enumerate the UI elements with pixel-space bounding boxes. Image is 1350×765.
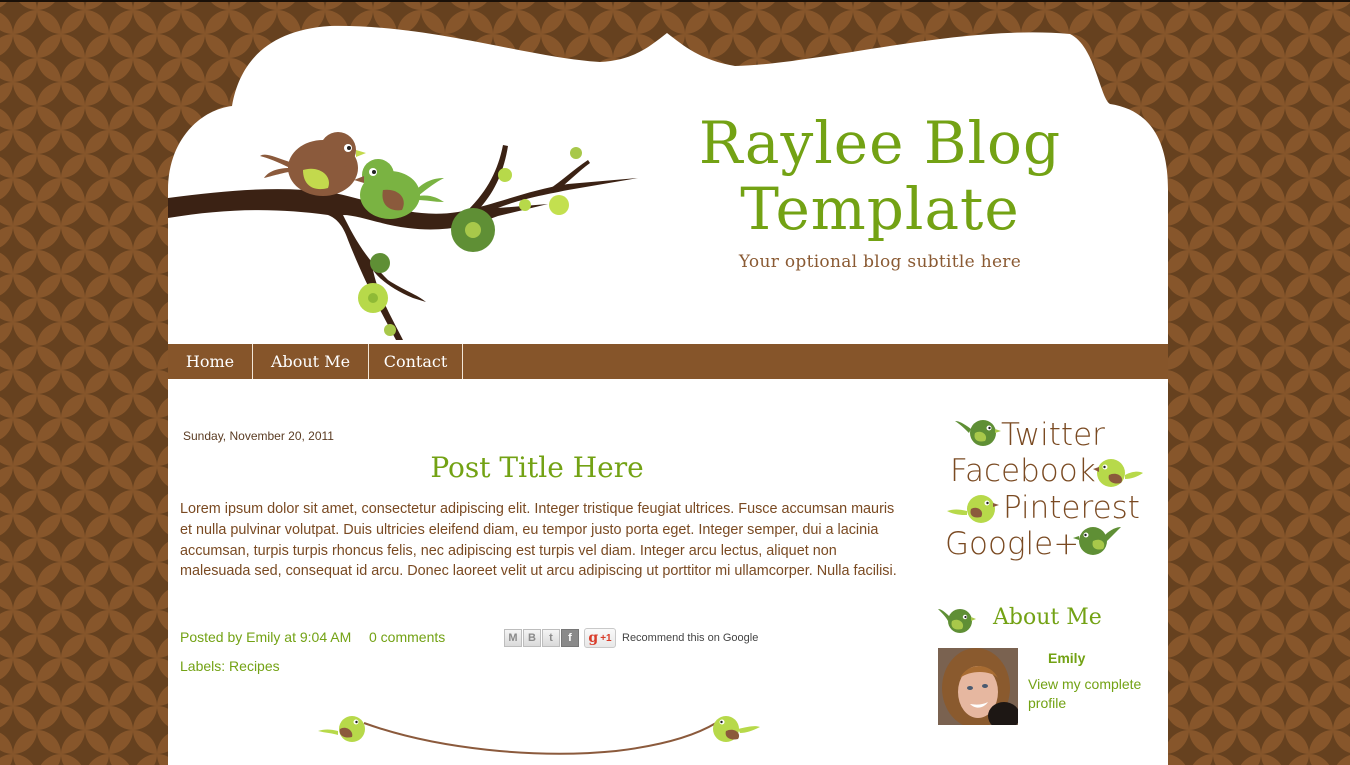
branch-with-birds-illustration <box>168 132 638 340</box>
email-share-button[interactable]: M <box>504 629 522 647</box>
blog-title[interactable]: Raylee Blog Template <box>690 110 1070 242</box>
right-bird-icon <box>713 716 760 742</box>
google-icon: g <box>588 630 599 646</box>
google-plus-link[interactable]: Google+ <box>945 526 1079 562</box>
green-bird-icon <box>1073 527 1121 555</box>
comments-link[interactable]: 0 comments <box>369 629 445 645</box>
post-date: Sunday, November 20, 2011 <box>183 429 334 443</box>
blogger-share-button[interactable]: B <box>523 629 541 647</box>
green-bird-icon <box>955 420 1001 446</box>
twitter-share-button[interactable]: t <box>542 629 560 647</box>
post-time-link[interactable]: 9:04 AM <box>300 629 351 645</box>
blog-title-line-2[interactable]: Template <box>740 175 1019 243</box>
plus-one-label: +1 <box>600 632 612 644</box>
nav-item-contact[interactable]: Contact <box>369 344 463 379</box>
brown-bird-icon <box>260 132 366 196</box>
post-labels: Labels: Recipes <box>180 658 280 674</box>
social-links-widget: Twitter Facebook Pinterest Google+ <box>943 409 1163 569</box>
left-bird-icon <box>318 716 365 742</box>
about-me-title: About Me <box>993 605 1102 630</box>
post-title[interactable]: Post Title Here <box>180 451 894 484</box>
email-icon: M <box>508 632 518 644</box>
green-bird-icon <box>938 609 976 633</box>
facebook-link[interactable]: Facebook <box>950 453 1096 489</box>
birds-holding-string-divider <box>318 716 760 755</box>
recommend-text: Recommend this on Google <box>622 632 759 644</box>
label-link-recipes[interactable]: Recipes <box>229 658 280 674</box>
blogger-icon: B <box>528 632 536 644</box>
twitter-icon: t <box>549 632 553 644</box>
main-content: Sunday, November 20, 2011 Post Title Her… <box>168 379 1168 765</box>
share-bar: M B t f g +1 Recommend this on Google <box>504 628 758 648</box>
facebook-icon: f <box>568 632 572 644</box>
blog-subtitle: Your optional blog subtitle here <box>738 252 1022 272</box>
twitter-link[interactable]: Twitter <box>1001 417 1105 453</box>
post-byline: Posted by Emily at 9:04 AM <box>180 629 351 645</box>
about-me-header: About Me <box>938 601 1158 637</box>
facebook-share-button[interactable]: f <box>561 629 579 647</box>
posted-by-prefix: Posted by <box>180 629 243 645</box>
google-plus-one-button[interactable]: g +1 <box>584 628 616 648</box>
nav-item-about-me[interactable]: About Me <box>253 344 369 379</box>
nav-item-home[interactable]: Home <box>168 344 253 379</box>
avatar <box>938 648 1018 725</box>
lime-bird-icon <box>947 495 999 523</box>
labels-prefix: Labels: <box>180 658 226 674</box>
view-profile-link[interactable]: View my complete profile <box>1028 675 1158 713</box>
post-body: Lorem ipsum dolor sit amet, consectetur … <box>180 501 897 580</box>
post-footer: Posted by Emily at 9:04 AM 0 comments M … <box>180 628 900 648</box>
lime-bird-icon <box>1093 459 1143 487</box>
post-author-link[interactable]: Emily <box>246 629 280 645</box>
blog-title-line-1[interactable]: Raylee Blog <box>699 109 1061 177</box>
green-bird-icon <box>354 159 444 219</box>
profile-name-link[interactable]: Emily <box>1048 650 1085 666</box>
posted-at-label: at <box>284 629 296 645</box>
profile-photo[interactable] <box>938 648 1018 725</box>
nav-bar: Home About Me Contact <box>168 344 1168 379</box>
